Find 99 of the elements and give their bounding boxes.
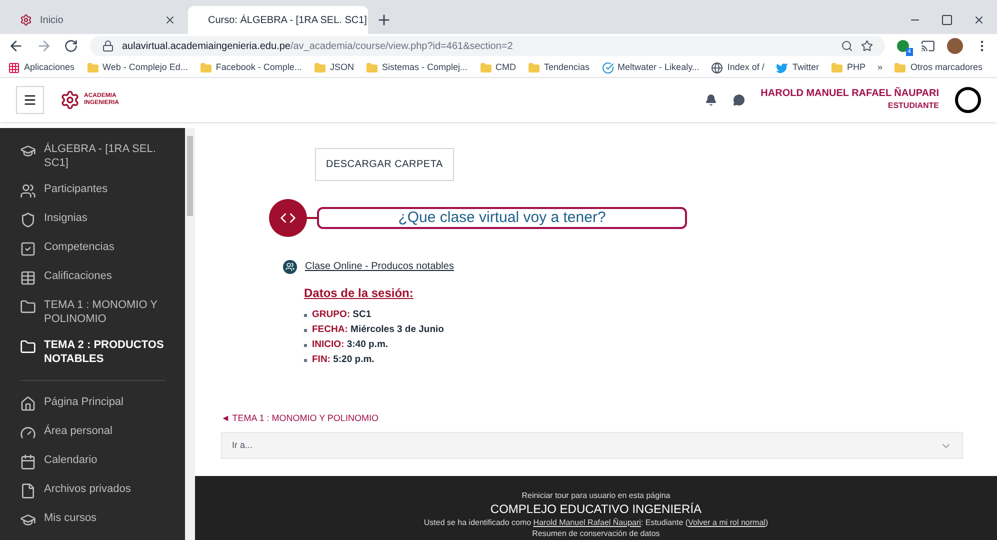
jump-select[interactable]: Ir a... — [221, 432, 963, 459]
session-detail: INICIO: 3:40 p.m. — [312, 338, 388, 352]
folder-icon — [366, 62, 378, 74]
sidebar-item[interactable]: Calendario — [0, 447, 185, 476]
check-circle-icon — [602, 62, 614, 74]
gauge-icon — [20, 425, 36, 441]
scrollbar[interactable] — [185, 128, 195, 540]
sidebar-item[interactable]: Página Principal — [0, 389, 185, 418]
menu-button[interactable] — [16, 86, 44, 114]
login-text: : Estudiante ( — [640, 517, 688, 529]
maximize-icon[interactable] — [941, 14, 953, 26]
session-heading: Datos de la sesión: — [304, 285, 414, 302]
folder-icon — [830, 62, 843, 74]
menu-icon — [23, 93, 37, 107]
browser-tab[interactable]: Curso: ÁLGEBRA - [1RA SEL. SC1] — [188, 6, 368, 34]
bookmark[interactable]: JSON — [314, 60, 354, 74]
banner-title: ¿Que clase virtual voy a tener? — [317, 207, 687, 229]
checkbox-icon — [20, 241, 36, 257]
user-profile-link[interactable]: Harold Manuel Rafael Ñaupari — [533, 517, 641, 529]
file-icon — [20, 483, 36, 499]
bookmark[interactable]: Web - Complejo Ed... — [86, 60, 188, 74]
tour-link[interactable]: Reiniciar tour para usuario en esta página — [522, 490, 670, 501]
footer-title: COMPLEJO EDUCATIVO INGENIERÍA — [490, 501, 702, 517]
bookmark[interactable]: Aplicaciones — [8, 60, 75, 74]
sidebar-item[interactable]: Insignias — [0, 205, 185, 234]
folder-icon — [200, 62, 212, 74]
bell-icon[interactable] — [704, 94, 717, 106]
sidebar-item[interactable]: TEMA 2 : PRODUCTOS NOTABLES — [0, 332, 185, 372]
previous-section-link[interactable]: ◄ TEMA 1 : MONOMIO Y POLINOMIO — [221, 413, 378, 423]
sidebar-item[interactable]: TEMA 1 : MONOMIO Y POLINOMIO — [0, 292, 185, 332]
sidebar-item[interactable]: ÁLGEBRA - [1RA SEL. SC1] — [0, 136, 185, 176]
sidebar-item[interactable]: Calificaciones — [0, 263, 185, 292]
sidebar-item[interactable]: Archivos privados — [0, 476, 185, 505]
session-detail: FIN: 5:20 p.m. — [312, 353, 374, 367]
login-text: ) — [765, 517, 768, 529]
reload-icon[interactable] — [64, 39, 78, 53]
zoom-icon[interactable] — [841, 40, 853, 52]
sidebar-item[interactable]: Participantes — [0, 176, 185, 205]
data-retention-link[interactable]: Resumen de conservación de datos — [532, 529, 660, 539]
role-link[interactable]: Volver a mi rol normal — [688, 517, 766, 529]
browser-tab[interactable]: Inicio — [8, 6, 188, 34]
folder-icon — [894, 62, 906, 74]
close-icon[interactable] — [164, 14, 176, 26]
bullet-icon — [304, 358, 307, 362]
logo-gear-icon — [60, 90, 80, 110]
tab-title: Curso: ÁLGEBRA - [1RA SEL. SC1] — [208, 13, 367, 28]
bookmark[interactable]: CMD — [480, 60, 516, 74]
globe-icon — [711, 62, 724, 74]
folder-icon — [480, 62, 492, 74]
star-icon[interactable] — [861, 40, 873, 52]
user-avatar[interactable] — [955, 87, 981, 113]
user-role: ESTUDIANTE — [888, 100, 939, 112]
folder-icon — [314, 62, 326, 74]
bookmark[interactable]: Facebook - Comple... — [200, 60, 302, 74]
calendar-icon — [20, 454, 36, 470]
bullet-icon — [304, 314, 307, 316]
folder-icon — [528, 62, 540, 74]
address-bar[interactable]: aulavirtual.academiaingenieria.edu.pe/av_academia/course/view.php?id=461&section=2 — [90, 36, 885, 56]
shield-icon — [20, 212, 36, 228]
user-name[interactable]: HAROLD MANUEL RAFAEL ÑAUPARI — [760, 88, 939, 100]
avatar-icon[interactable] — [947, 38, 963, 54]
lock-icon — [102, 40, 114, 52]
graduation-cap-icon — [20, 512, 36, 528]
close-icon[interactable] — [973, 14, 985, 26]
tab-title: Inicio — [40, 14, 64, 28]
bookmark[interactable]: Twitter — [776, 60, 819, 74]
session-detail: GRUPO: SC1 — [312, 308, 372, 322]
url-text: aulavirtual.academiaingenieria.edu.pe/av_academia/course/view.php?id=461&section=2 — [122, 40, 513, 54]
session-detail: FECHA: Miércoles 3 de Junio — [312, 323, 444, 337]
graduation-cap-icon — [20, 143, 36, 159]
gear-logo-icon — [20, 14, 32, 26]
bookmark[interactable]: Meltwater - Likealy... — [602, 60, 700, 74]
folder-icon — [20, 339, 36, 355]
apps-grid-icon — [8, 62, 20, 74]
cast-icon[interactable] — [921, 39, 935, 53]
login-text: Usted se ha identificado como — [424, 517, 532, 529]
download-folder-button[interactable]: DESCARGAR CARPETA — [315, 148, 454, 181]
sidebar-item[interactable]: Área personal — [0, 418, 185, 447]
users-icon — [20, 183, 36, 199]
bird-icon — [776, 62, 788, 74]
home-icon — [20, 396, 36, 412]
bookmark[interactable]: Index of / — [711, 60, 764, 74]
bookmark[interactable]: Otros marcadores — [894, 60, 983, 74]
forward-icon[interactable] — [36, 38, 52, 54]
bookmark[interactable]: PHP — [830, 60, 866, 74]
class-link[interactable]: Clase Online - Producos notables — [305, 259, 454, 274]
sidebar-item[interactable]: Mis cursos — [0, 505, 185, 534]
bookmark[interactable]: » — [877, 60, 882, 74]
bookmark[interactable]: Tendencias — [528, 60, 590, 74]
new-tab-icon[interactable] — [376, 12, 392, 28]
bullet-icon — [304, 328, 307, 332]
sidebar-item[interactable]: Competencias — [0, 234, 185, 263]
folder-icon — [20, 299, 36, 315]
table-icon — [20, 270, 36, 286]
chat-icon[interactable] — [732, 94, 745, 106]
bullet-icon — [304, 344, 307, 346]
bookmark[interactable]: Sistemas - Complej... — [366, 60, 468, 74]
back-icon[interactable] — [8, 38, 24, 54]
folder-icon — [86, 62, 99, 74]
